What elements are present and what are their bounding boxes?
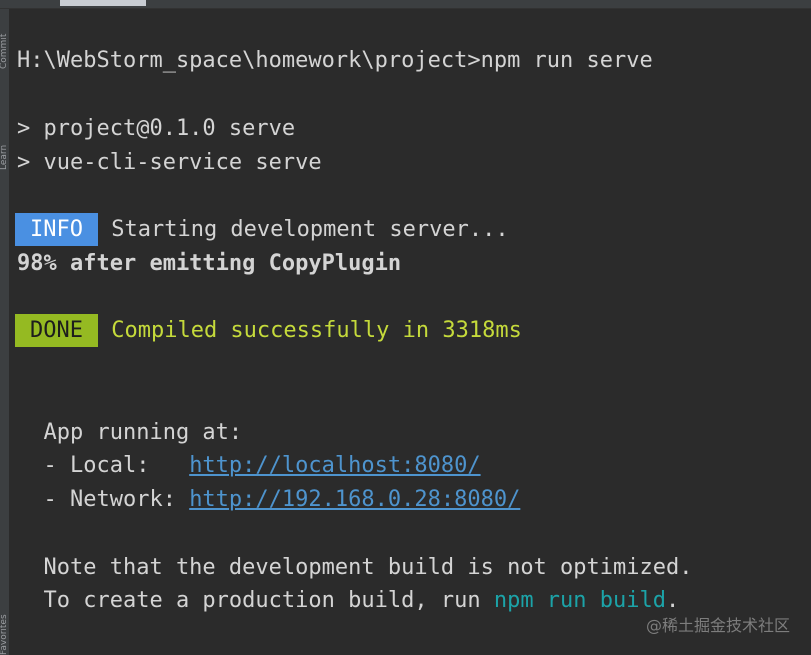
network-address-line: - Network: http://192.168.0.28:8080/ [17, 483, 520, 517]
info-badge: INFO [15, 213, 98, 246]
tool-window-header [0, 0, 811, 9]
sidebar-item-learn[interactable]: Learn [0, 110, 9, 170]
script-line-command: > vue-cli-service serve [17, 150, 322, 175]
build-command: npm run build [493, 588, 667, 613]
command-line: H:\WebStorm_space\homework\project>npm r… [17, 48, 653, 73]
done-message: Compiled successfully in 3318ms [97, 318, 522, 343]
app-running-heading: App running at: [17, 420, 243, 445]
note-build-suffix: . [666, 588, 680, 613]
network-label: - Network: [17, 487, 190, 512]
note-build-prefix: To create a production build, run [17, 588, 494, 613]
info-message: Starting development server... [97, 217, 509, 242]
side-tool-strip [0, 9, 9, 655]
watermark: @稀土掘金技术社区 [645, 616, 790, 635]
local-address-line: - Local: http://localhost:8080/ [17, 449, 480, 483]
ide-terminal-window: Commit Learn Favorites H:\WebStorm_space… [0, 0, 811, 655]
note-line-optimized: Note that the development build is not o… [17, 555, 693, 580]
info-line: INFO Starting development server... [15, 213, 509, 247]
done-badge: DONE [15, 314, 98, 347]
note-line-build: To create a production build, run npm ru… [17, 584, 679, 618]
local-label: - Local: [17, 453, 190, 478]
sidebar-item-commit[interactable]: Commit [0, 9, 9, 69]
progress-line: 98% after emitting CopyPlugin [17, 251, 402, 276]
done-line: DONE Compiled successfully in 3318ms [15, 314, 522, 348]
network-url-link[interactable]: http://192.168.0.28:8080/ [189, 487, 520, 512]
sidebar-item-favorites[interactable]: Favorites [0, 592, 9, 655]
active-tab-indicator[interactable] [60, 0, 146, 6]
script-line-name: > project@0.1.0 serve [17, 116, 296, 141]
local-url-link[interactable]: http://localhost:8080/ [189, 453, 480, 478]
